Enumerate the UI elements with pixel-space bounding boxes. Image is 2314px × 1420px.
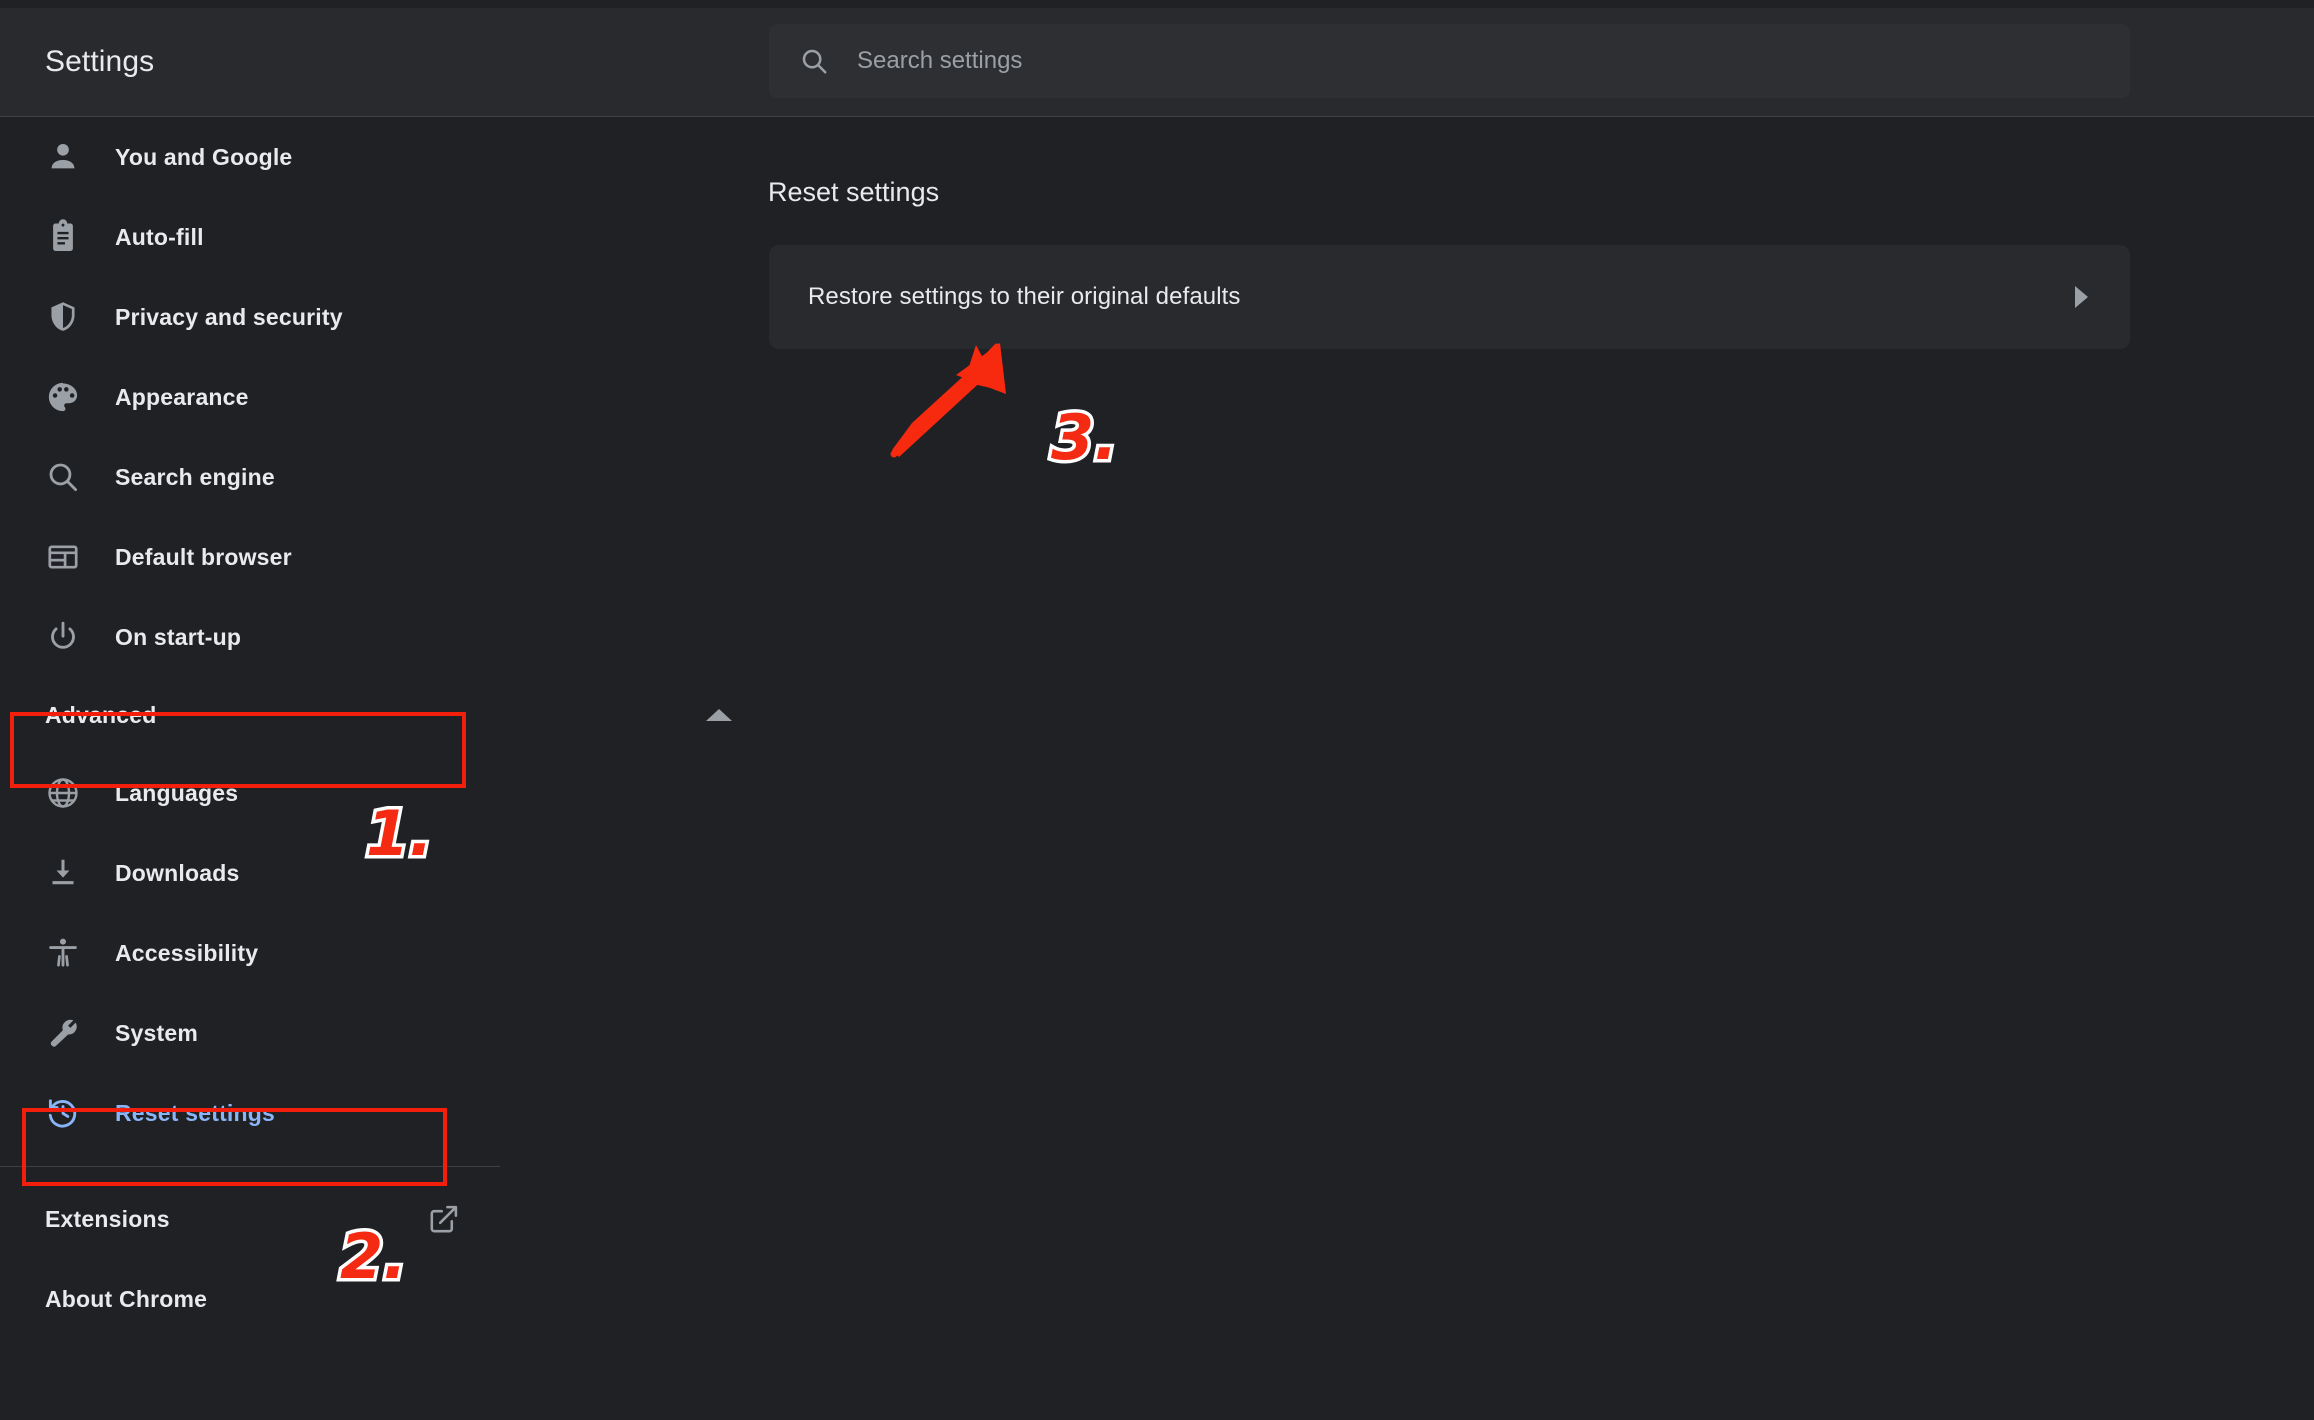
sidebar-item-label: Appearance (115, 383, 249, 410)
globe-icon (45, 775, 81, 811)
sidebar-item-label: Downloads (115, 859, 240, 886)
search-input[interactable] (855, 46, 2110, 76)
sidebar-item-label: Extensions (45, 1205, 170, 1232)
sidebar-item-languages[interactable]: Languages (0, 753, 760, 833)
chevron-up-icon (706, 709, 732, 721)
sidebar-item-label: Languages (115, 779, 239, 806)
main-content: Reset settings Restore settings to their… (760, 117, 2314, 1420)
power-icon (45, 619, 81, 655)
wrench-icon (45, 1015, 81, 1051)
sidebar-item-reset-settings[interactable]: Reset settings (0, 1073, 760, 1153)
sidebar-item-auto-fill[interactable]: Auto-fill (0, 197, 760, 277)
sidebar-item-label: Privacy and security (115, 303, 343, 330)
restore-settings-label: Restore settings to their original defau… (808, 283, 1241, 310)
clipboard-icon (45, 219, 81, 255)
sidebar-item-downloads[interactable]: Downloads (0, 833, 760, 913)
sidebar-item-label: About Chrome (45, 1285, 208, 1312)
sidebar-item-label: On start-up (115, 623, 242, 650)
browser-window-icon (45, 539, 81, 575)
palette-icon (45, 379, 81, 415)
restore-settings-row[interactable]: Restore settings to their original defau… (769, 245, 2130, 349)
sidebar-item-appearance[interactable]: Appearance (0, 357, 760, 437)
section-title: Reset settings (768, 177, 940, 207)
download-icon (45, 855, 81, 891)
history-icon (45, 1095, 81, 1131)
sidebar-item-about-chrome[interactable]: About Chrome (0, 1259, 760, 1339)
sidebar-advanced-toggle[interactable]: Advanced (0, 677, 760, 753)
person-icon (45, 139, 81, 175)
header-bar: Settings (0, 8, 2314, 117)
sidebar-item-label: Default browser (115, 543, 292, 570)
sidebar-item-label: Reset settings (115, 1099, 276, 1126)
sidebar-item-accessibility[interactable]: Accessibility (0, 913, 760, 993)
sidebar-divider (0, 1166, 500, 1167)
sidebar-item-label: Search engine (115, 463, 275, 490)
sidebar-item-label: You and Google (115, 143, 293, 170)
external-link-icon[interactable] (427, 1202, 461, 1236)
sidebar: You and Google Auto-fill Privacy and sec… (0, 117, 760, 1420)
accessibility-icon (45, 935, 81, 971)
sidebar-advanced-label: Advanced (45, 701, 157, 728)
sidebar-item-privacy-and-security[interactable]: Privacy and security (0, 277, 760, 357)
sidebar-item-extensions[interactable]: Extensions (0, 1179, 760, 1259)
shield-icon (45, 299, 81, 335)
sidebar-item-label: Auto-fill (115, 223, 204, 250)
sidebar-item-default-browser[interactable]: Default browser (0, 517, 760, 597)
search-icon (45, 459, 81, 495)
sidebar-item-label: System (115, 1019, 199, 1046)
search-bar[interactable] (769, 24, 2130, 98)
page-title: Settings (45, 45, 155, 78)
sidebar-item-label: Accessibility (115, 939, 259, 966)
sidebar-item-you-and-google[interactable]: You and Google (0, 117, 760, 197)
sidebar-item-system[interactable]: System (0, 993, 760, 1073)
search-icon (799, 46, 829, 76)
settings-window: Settings You and Google (0, 0, 2314, 1420)
sidebar-item-search-engine[interactable]: Search engine (0, 437, 760, 517)
chevron-right-icon (2075, 286, 2088, 308)
sidebar-item-on-start-up[interactable]: On start-up (0, 597, 760, 677)
